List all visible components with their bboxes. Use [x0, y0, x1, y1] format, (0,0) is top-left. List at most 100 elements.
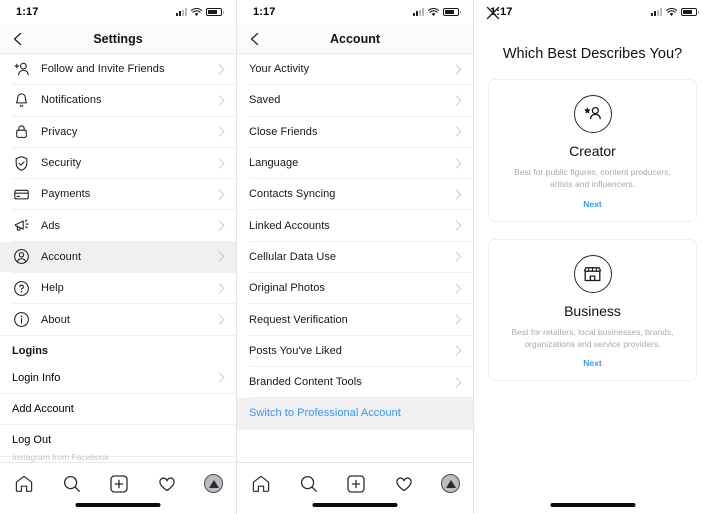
account-list-item[interactable]: Language — [237, 148, 473, 178]
status-time: 1:17 — [16, 6, 39, 18]
next-button[interactable]: Next — [499, 358, 686, 368]
home-icon[interactable] — [250, 473, 272, 495]
sidebar-item-account[interactable]: Account — [0, 241, 236, 273]
sidebar-item-label: About — [41, 313, 70, 326]
status-icons — [176, 7, 224, 17]
search-icon[interactable] — [298, 473, 320, 495]
navbar-settings: Settings — [0, 24, 236, 54]
status-bar: 1:17 — [237, 0, 473, 24]
signal-bars-icon — [651, 8, 662, 16]
account-list-item[interactable]: Posts You've Liked — [237, 336, 473, 366]
status-bar: 1:17 — [0, 0, 236, 24]
plus-box-icon[interactable] — [345, 473, 367, 495]
card-business[interactable]: Business Best for retailers, local busin… — [488, 238, 697, 382]
sidebar-item-label: Notifications — [41, 94, 102, 107]
account-list-item[interactable]: Your Activity — [237, 54, 473, 84]
sidebar-item-label: Help — [41, 282, 64, 295]
plus-box-icon[interactable] — [108, 473, 130, 495]
signal-bars-icon — [413, 8, 424, 16]
wifi-icon — [666, 7, 677, 16]
wifi-icon — [428, 7, 439, 16]
divider — [237, 428, 473, 430]
page-title: Account — [330, 31, 380, 46]
account-list-item[interactable]: Request Verification — [237, 304, 473, 334]
footer-instagram-from-facebook: Instagram from Facebook — [12, 452, 109, 462]
heart-icon[interactable] — [156, 473, 178, 495]
card-description: Best for retailers, local businesses, br… — [511, 326, 674, 349]
log-out-label: Log Out — [12, 434, 52, 447]
account-list-item[interactable]: Original Photos — [237, 273, 473, 303]
status-icons — [413, 7, 461, 17]
storefront-icon — [573, 254, 612, 293]
account-list-item-label: Request Verification — [249, 313, 348, 326]
profile-avatar-icon[interactable] — [204, 474, 224, 493]
chevron-right-icon — [455, 189, 462, 200]
sidebar-item-help[interactable]: Help — [0, 273, 236, 303]
chevron-left-icon[interactable] — [247, 31, 263, 47]
chevron-right-icon — [455, 126, 462, 137]
chevron-right-icon — [455, 220, 462, 231]
sidebar-item-label: Privacy — [41, 125, 78, 138]
navbar-account: Account — [237, 24, 473, 54]
account-list-item-label: Saved — [249, 94, 281, 107]
home-icon[interactable] — [13, 473, 35, 495]
status-bar: 1:17 — [474, 0, 711, 24]
chevron-right-icon — [455, 345, 462, 356]
sidebar-item-follow-invite-friends[interactable]: Follow and Invite Friends — [0, 54, 236, 84]
sidebar-item-label: Security — [41, 157, 82, 170]
sidebar-item-label: Ads — [41, 219, 61, 232]
signal-bars-icon — [176, 8, 187, 16]
account-list-item[interactable]: Cellular Data Use — [237, 242, 473, 272]
chevron-right-icon — [455, 283, 462, 294]
battery-icon — [443, 8, 461, 16]
home-indicator — [312, 503, 398, 507]
chevron-right-icon — [455, 314, 462, 325]
sidebar-item-payments[interactable]: Payments — [0, 179, 236, 209]
account-list-item-label: Close Friends — [249, 125, 318, 138]
account-list-item[interactable]: Saved — [237, 85, 473, 115]
account-list-item[interactable]: Linked Accounts — [237, 210, 473, 240]
account-list-item[interactable]: Branded Content Tools — [237, 367, 473, 397]
chevron-right-icon — [455, 64, 462, 75]
chevron-left-icon[interactable] — [10, 31, 26, 47]
card-creator[interactable]: Creator Best for public figures, content… — [488, 79, 697, 222]
page-title: Settings — [93, 31, 143, 46]
chevron-right-icon — [455, 377, 462, 388]
chevron-right-icon — [218, 126, 225, 137]
next-button[interactable]: Next — [499, 199, 686, 209]
account-list-item[interactable]: Contacts Syncing — [237, 179, 473, 209]
battery-icon — [681, 8, 699, 16]
account-list-item-label: Language — [249, 157, 299, 170]
card-description: Best for public figures, content produce… — [514, 167, 671, 190]
search-icon[interactable] — [61, 473, 83, 495]
account-list-item[interactable]: Close Friends — [237, 117, 473, 147]
account-list-item[interactable]: Switch to Professional Account — [237, 398, 473, 429]
chevron-right-icon — [218, 372, 225, 383]
credit-card-icon — [14, 189, 29, 200]
chevron-right-icon — [218, 283, 225, 294]
profile-avatar-icon[interactable] — [441, 474, 461, 493]
heart-icon[interactable] — [393, 473, 415, 495]
account-list-item-label: Switch to Professional Account — [249, 407, 401, 420]
sidebar-item-label: Payments — [41, 188, 91, 201]
sidebar-item-security[interactable]: Security — [0, 148, 236, 178]
sidebar-item-ads[interactable]: Ads — [0, 210, 236, 240]
chevron-right-icon — [455, 95, 462, 106]
phone-panel-choose-type: 1:17 Which Best Describes You? Creator B… — [474, 0, 711, 514]
phone-panel-settings: 1:17 Settings Follow and Invite Friends … — [0, 0, 237, 514]
account-list: Your Activity Saved Close Friends Language C… — [237, 54, 473, 430]
account-list-item-label: Posts You've Liked — [249, 344, 342, 357]
add-account-button[interactable]: Add Account — [0, 394, 236, 424]
person-plus-icon — [14, 62, 29, 75]
sidebar-item-login-info[interactable]: Login Info — [0, 363, 236, 393]
account-list-item-label: Linked Accounts — [249, 219, 330, 232]
battery-icon — [206, 8, 224, 16]
account-list-item-label: Branded Content Tools — [249, 376, 362, 389]
sidebar-item-about[interactable]: About — [0, 304, 236, 334]
shield-check-icon — [15, 155, 28, 171]
sidebar-item-privacy[interactable]: Privacy — [0, 117, 236, 147]
sidebar-item-notifications[interactable]: Notifications — [0, 85, 236, 115]
close-x-icon[interactable] — [486, 6, 500, 20]
chevron-right-icon — [218, 64, 225, 75]
chevron-right-icon — [455, 157, 462, 169]
